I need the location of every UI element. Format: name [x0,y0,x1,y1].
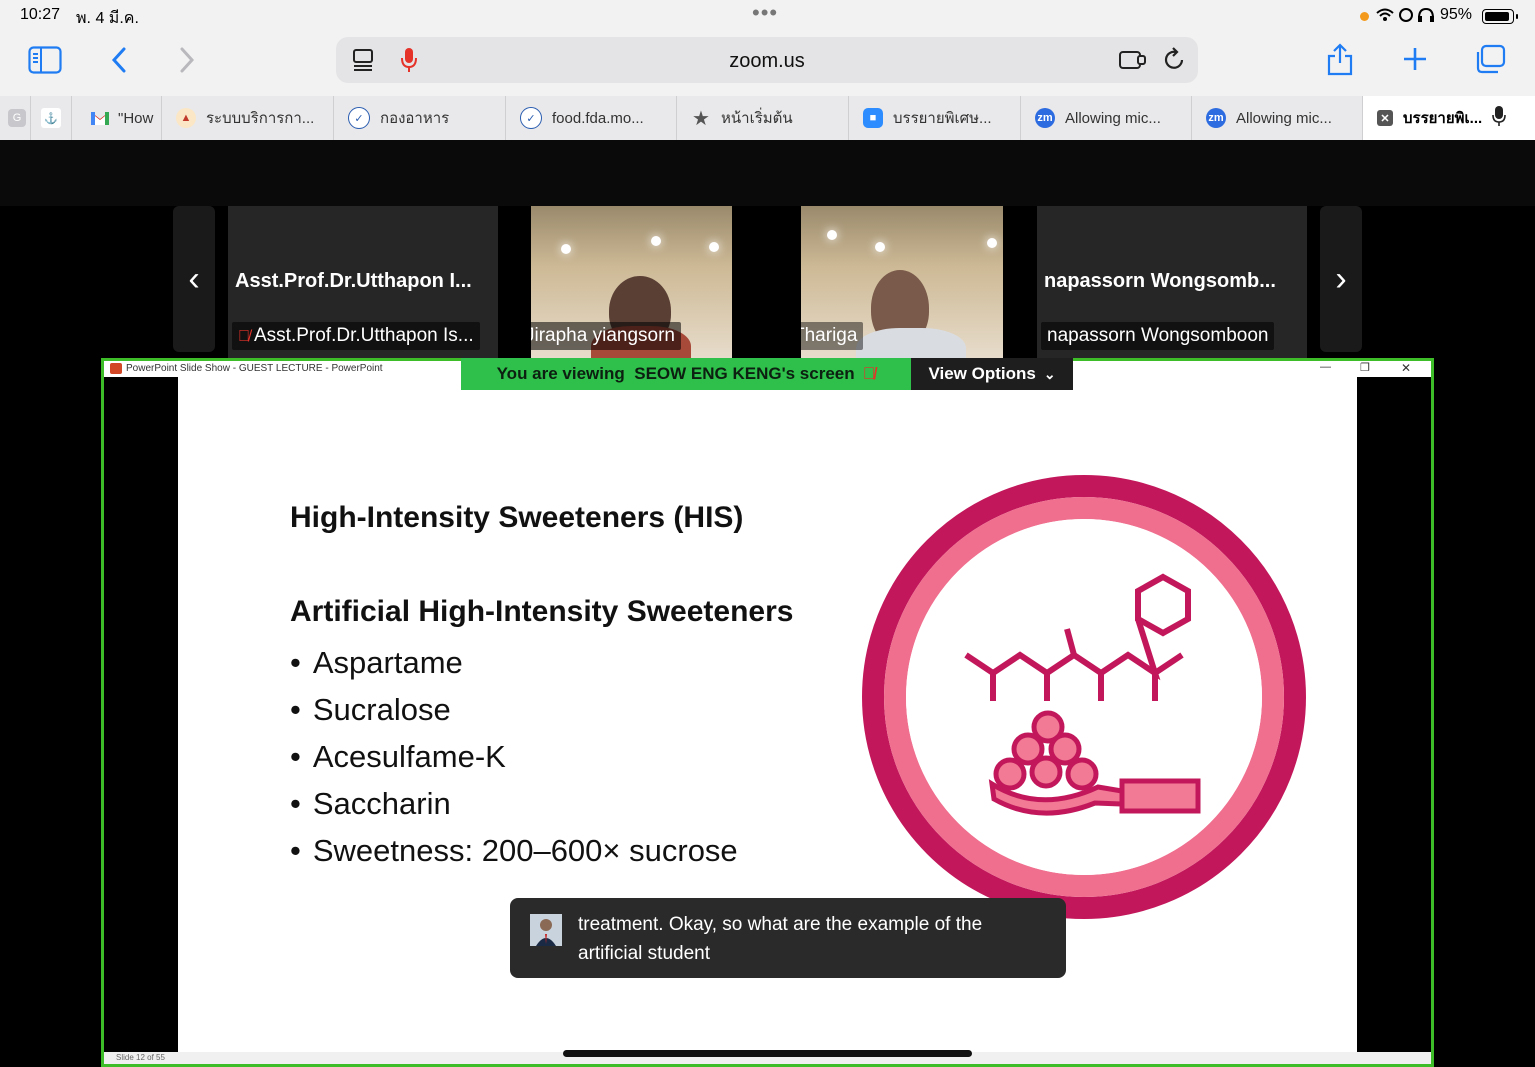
temple-icon: ▲ [176,108,196,128]
banner-prefix: You are viewing [496,364,625,383]
participant-name: napassorn Wongsomb... [1044,270,1276,292]
tab-food-fda[interactable]: ✓ food.fda.mo... [506,96,677,140]
status-bar: 10:27 พ. 4 มี.ค. ••• 95% [0,0,1535,32]
reload-icon[interactable] [1162,47,1186,78]
sweetener-molecule-icon [862,475,1306,919]
participant-label: 🎙̸Jirapha yiangsorn [531,322,681,350]
list-item: Sucralose [290,686,738,733]
status-time: 10:27 [20,6,61,23]
tab-site[interactable]: ⚓ [31,96,72,140]
caption-text: treatment. Okay, so what are the example… [578,914,983,964]
tab-gmail[interactable]: "How [72,96,162,140]
close-tab-icon[interactable]: ✕ [1377,110,1393,126]
tab-label: กองอาหาร [380,110,450,127]
new-tab-icon[interactable] [1402,46,1428,77]
tab-label: หน้าเริ่มต้น [721,110,793,127]
gallery-prev-button[interactable]: ‹ [173,206,215,352]
avatar [530,914,562,946]
google-icon: G [8,109,26,127]
tab-allowing-mic-1[interactable]: zm Allowing mic... [1021,96,1192,140]
list-item: Acesulfame-K [290,733,738,780]
participant-label: 🎙̸ Asst.Prof.Dr.Utthapon Is... [232,322,480,350]
forward-icon[interactable] [178,46,196,79]
tab-bar: G ⚓ "How ▲ ระบบบริการกา... ✓ กองอาหาร ✓ … [0,96,1535,140]
tab-google[interactable]: G [0,96,31,140]
tab-food-division[interactable]: ✓ กองอาหาร [334,96,506,140]
tab-label: ระบบบริการกา... [206,110,315,127]
participant-label: napassorn Wongsomboon [1041,322,1275,350]
tab-label: บรรยายพิเศษ... [893,110,992,127]
view-options-label: View Options [928,364,1036,383]
multitask-dots-icon[interactable]: ••• [752,0,778,26]
zoom-top-area [0,140,1535,206]
zoom-zm-icon: zm [1035,108,1055,128]
tab-label: "How [118,109,154,127]
url-text[interactable]: zoom.us [336,50,1198,73]
star-icon: ★ [692,107,710,130]
chevron-down-icon: ⌄ [1043,365,1056,382]
participant-name: Asst.Prof.Dr.Utthapon I... [235,270,472,292]
participant-tile-jirapha[interactable]: 🎙̸Jirapha yiangsorn [531,206,732,358]
sidebar-icon[interactable] [28,46,62,79]
battery-percent: 95% [1440,6,1473,23]
tab-allowing-mic-2[interactable]: zm Allowing mic... [1192,96,1363,140]
list-item: Sweetness: 200–600× sucrose [290,827,738,874]
extensions-icon[interactable] [1118,48,1148,77]
site-favicon-icon: ⚓ [41,108,61,128]
list-item: Saccharin [290,780,738,827]
back-icon[interactable] [110,46,128,79]
minimize-icon[interactable]: — [1320,361,1331,373]
tab-start-page[interactable]: ★ หน้าเริ่มต้น [677,96,849,140]
zoom-icon: ■ [863,108,883,128]
wifi-icon [1375,6,1437,28]
powerpoint-title: PowerPoint Slide Show - GUEST LECTURE - … [126,363,383,374]
address-bar[interactable]: zoom.us [336,37,1198,83]
tab-label: Allowing mic... [1236,109,1332,127]
tab-label: food.fda.mo... [552,109,644,127]
tab-label: Allowing mic... [1065,109,1161,127]
gallery-next-button[interactable]: › [1320,206,1362,352]
battery-icon [1482,9,1518,24]
tab-label: บรรยายพิเ... [1403,110,1483,127]
participant-tile-utthapon[interactable]: Asst.Prof.Dr.Utthapon I... 🎙̸ Asst.Prof.D… [228,206,498,358]
banner-presenter: SEOW ENG KENG's screen [634,364,855,383]
mic-muted-icon: 🎙̸ [862,364,876,383]
list-item: Aspartame [290,639,738,686]
mic-in-use-indicator [1360,12,1369,21]
tab-overview-icon[interactable] [1474,44,1506,79]
slide-subtitle: Artificial High-Intensity Sweeteners [290,595,794,628]
tab-service-system[interactable]: ▲ ระบบบริการกา... [162,96,334,140]
tab-special-lecture[interactable]: ■ บรรยายพิเศษ... [849,96,1021,140]
mic-muted-icon: 🎙̸ [238,328,250,345]
mic-indicator-icon [1492,105,1506,131]
restore-icon[interactable]: ❐ [1360,361,1370,374]
chevron-left-icon: ‹ [188,259,200,298]
tab-active-lecture[interactable]: ✕ บรรยายพิเ... [1363,96,1535,140]
fda-icon: ✓ [520,107,542,129]
participant-tile-thariga[interactable]: 🎙̸Thariga [801,206,1003,358]
browser-toolbar: zoom.us [0,32,1535,96]
zoom-zm-icon: zm [1206,108,1226,128]
fda-icon: ✓ [348,107,370,129]
slide-title: High-Intensity Sweeteners (HIS) [290,501,744,534]
viewing-screen-banner: You are viewing SEOW ENG KENG's screen 🎙… [461,358,911,390]
status-date: พ. 4 มี.ค. [76,10,139,27]
powerpoint-icon [110,363,122,374]
participant-tile-napassorn[interactable]: napassorn Wongsomb... napassorn Wongsomb… [1037,206,1307,358]
view-options-button[interactable]: View Options ⌄ [911,358,1073,390]
gmail-icon [90,108,110,128]
participant-label: 🎙̸Thariga [801,322,864,350]
live-caption: treatment. Okay, so what are the example… [510,898,1066,978]
share-icon[interactable] [1326,42,1354,81]
close-icon[interactable]: ✕ [1401,361,1411,375]
chevron-right-icon: › [1335,259,1347,298]
slide-bullet-list: Aspartame Sucralose Acesulfame-K Sacchar… [290,639,738,874]
home-indicator[interactable] [563,1050,972,1057]
slide-counter: Slide 12 of 55 [116,1053,165,1062]
